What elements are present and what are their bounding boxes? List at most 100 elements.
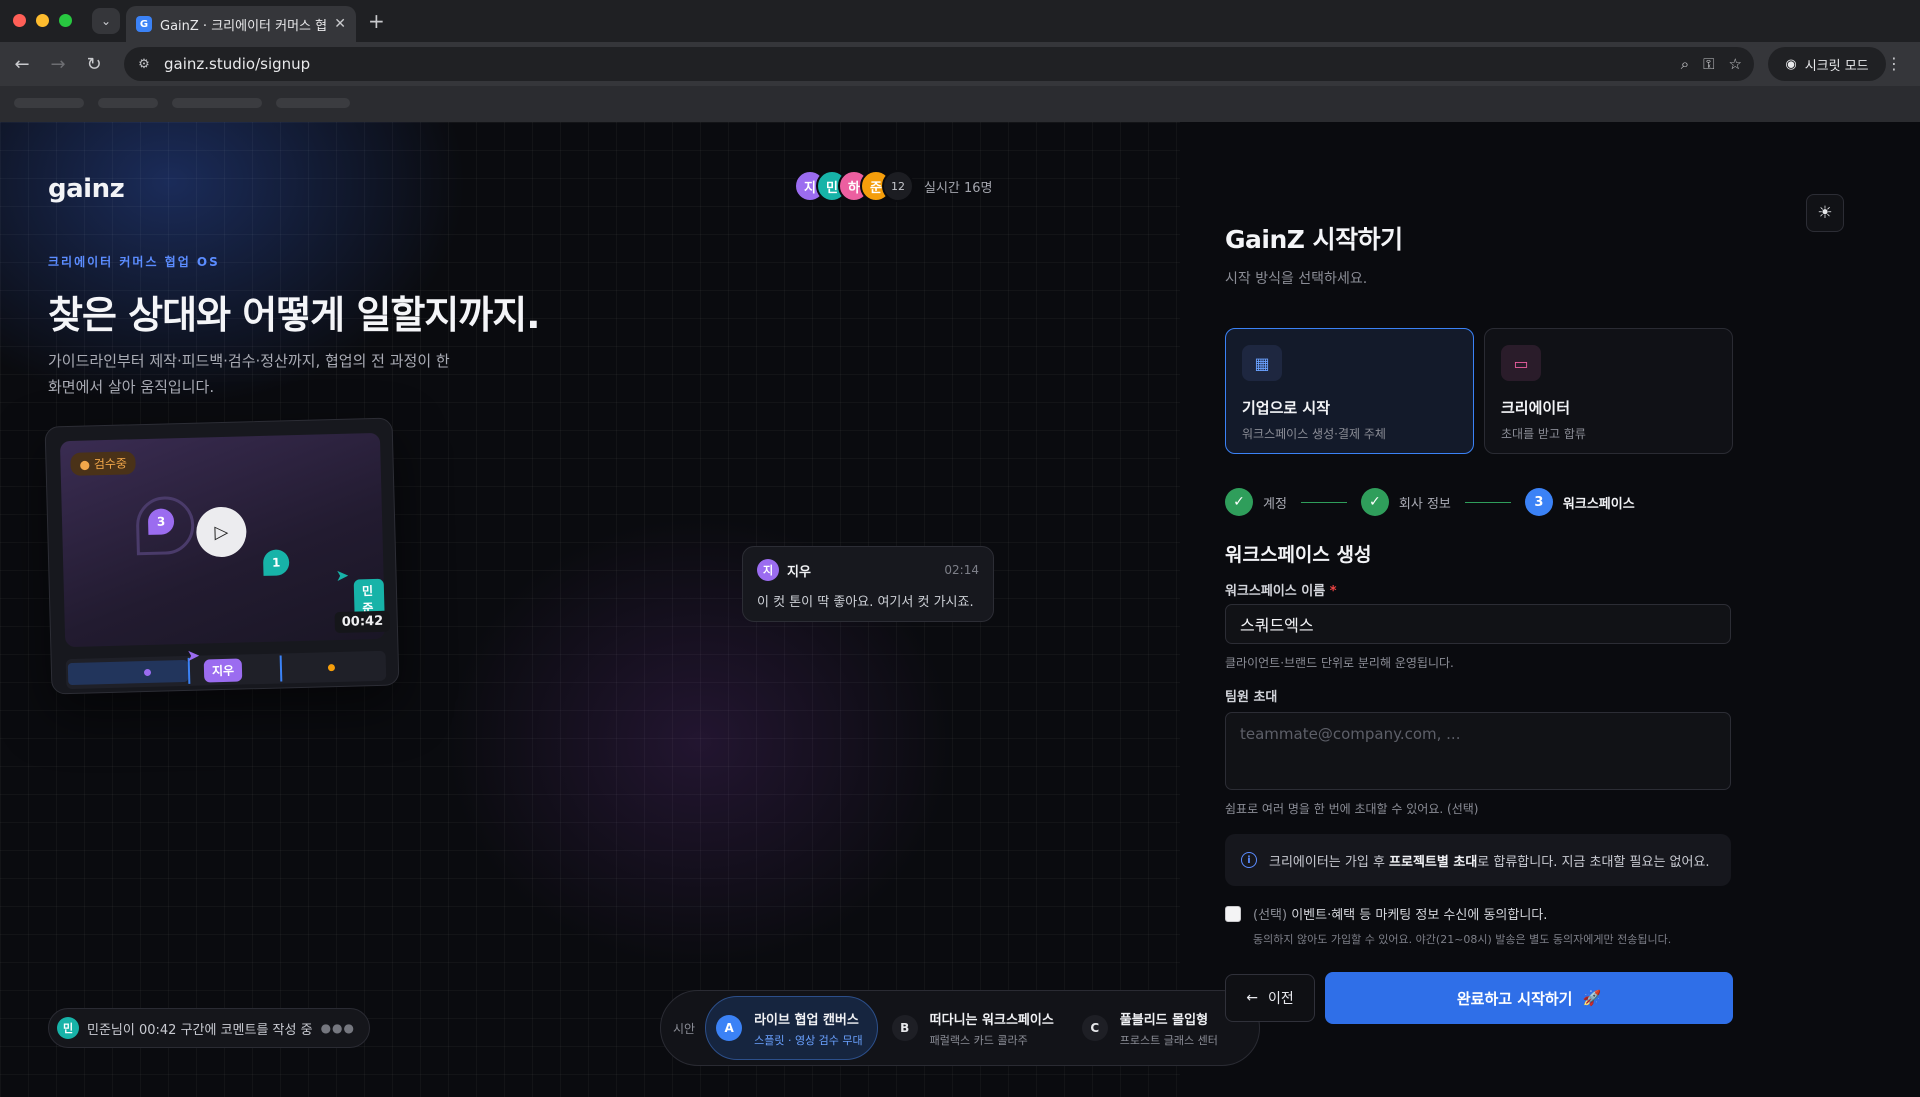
forward-arrow-icon[interactable]: → bbox=[46, 52, 70, 76]
bookmark-item[interactable] bbox=[14, 98, 84, 108]
favicon-icon: G bbox=[136, 16, 152, 32]
close-window-button[interactable] bbox=[13, 14, 26, 27]
cursor-pointer-icon: ➤ bbox=[186, 645, 201, 665]
role-title: 크리에이터 bbox=[1501, 399, 1571, 417]
address-bar[interactable]: ⚙ gainz.studio/signup ⌕ ⚿ ☆ bbox=[124, 47, 1754, 81]
role-subtitle: 워크스페이스 생성·결제 주체 bbox=[1242, 427, 1386, 441]
bookmark-star-icon[interactable]: ☆ bbox=[1729, 55, 1742, 73]
avatar: 지 bbox=[757, 559, 779, 581]
close-tab-icon[interactable]: ✕ bbox=[334, 16, 346, 32]
submit-button[interactable]: 완료하고 시작하기 🚀 bbox=[1325, 972, 1733, 1024]
cursor-pointer-icon: ➤ bbox=[335, 565, 350, 586]
hero-subtitle: 가이드라인부터 제작·피드백·검수·정산까지, 협업의 전 과정이 한 화면에서… bbox=[48, 352, 450, 396]
variant-label: 시안 bbox=[673, 1021, 696, 1036]
timeline-playhead[interactable] bbox=[279, 655, 283, 682]
incognito-indicator[interactable]: ◉ 시크릿 모드 bbox=[1768, 47, 1886, 81]
bookmark-item[interactable] bbox=[98, 98, 158, 108]
prev-button[interactable]: ← 이전 bbox=[1225, 974, 1315, 1022]
incognito-icon: ◉ bbox=[1785, 56, 1797, 72]
form-title: GainZ 시작하기 bbox=[1225, 225, 1403, 254]
section-title: 워크스페이스 생성 bbox=[1225, 544, 1372, 566]
invite-hint: 쉼표로 여러 명을 한 번에 초대할 수 있어요. (선택) bbox=[1225, 802, 1479, 816]
role-selector: ▦ 기업으로 시작 워크스페이스 생성·결제 주체 ▭ 크리에이터 초대를 받고… bbox=[1225, 328, 1733, 454]
form-subtitle: 시작 방식을 선택하세요. bbox=[1225, 271, 1368, 287]
variant-option-a[interactable]: A 라이브 협업 캔버스 스플릿 · 영상 검수 무대 bbox=[705, 996, 878, 1060]
signup-page: gainz 지 민 하 준 12 실시간 16명 크리에이터 커머스 협업 OS… bbox=[0, 122, 1920, 1097]
presence-text: 실시간 16명 bbox=[924, 180, 993, 196]
variant-title: 풀블리드 몰입형 bbox=[1119, 1012, 1209, 1028]
marketing-consent-checkbox[interactable] bbox=[1225, 906, 1241, 922]
step-label: 계정 bbox=[1263, 496, 1287, 512]
role-card-company[interactable]: ▦ 기업으로 시작 워크스페이스 생성·결제 주체 bbox=[1225, 328, 1474, 454]
rocket-icon: 🚀 bbox=[1582, 989, 1602, 1007]
video-review-card[interactable]: ● 검수중 3 ▷ 1 ➤ 민준 00:42 ➤ 지우 bbox=[44, 417, 400, 695]
url-text[interactable]: gainz.studio/signup bbox=[164, 55, 1669, 73]
video-camera-icon: ▭ bbox=[1501, 345, 1541, 381]
chevron-down-icon: ⌄ bbox=[100, 14, 112, 28]
back-arrow-icon[interactable]: ← bbox=[10, 52, 34, 76]
step-connector bbox=[1464, 501, 1511, 503]
gainz-logo[interactable]: gainz bbox=[48, 174, 125, 204]
variant-letter: A bbox=[716, 1015, 743, 1041]
tab-search-button[interactable]: ⌄ bbox=[92, 8, 120, 34]
step-label: 회사 정보 bbox=[1398, 496, 1451, 512]
consent-hint: 동의하지 않아도 가입할 수 있어요. 야간(21~08시) 발송은 별도 동의… bbox=[1253, 933, 1672, 946]
status-badge: ● 검수중 bbox=[70, 451, 137, 476]
checkmark-icon: ✓ bbox=[1225, 488, 1253, 516]
site-settings-icon[interactable]: ⚙ bbox=[136, 56, 152, 72]
role-title: 기업으로 시작 bbox=[1242, 399, 1331, 417]
step-number: 3 bbox=[1524, 488, 1553, 516]
theme-toggle-sun-icon[interactable]: ☀ bbox=[1806, 194, 1844, 232]
workspace-name-input[interactable]: 스쿼드엑스 bbox=[1225, 604, 1731, 644]
required-marker: * bbox=[1329, 584, 1337, 599]
reload-icon[interactable]: ↻ bbox=[82, 52, 106, 76]
comment-time: 02:14 bbox=[944, 563, 979, 577]
browser-toolbar: ← → ↻ ⚙ gainz.studio/signup ⌕ ⚿ ☆ ◉ 시크릿 … bbox=[0, 42, 1920, 86]
video-preview[interactable]: ● 검수중 3 ▷ 1 ➤ 민준 00:42 bbox=[59, 432, 391, 648]
new-tab-button[interactable]: + bbox=[368, 9, 385, 33]
building-icon: ▦ bbox=[1242, 345, 1282, 381]
incognito-label: 시크릿 모드 bbox=[1804, 58, 1869, 74]
cursor-name-tag: 지우 bbox=[203, 658, 243, 683]
info-text: 크리에이터는 가입 후 프로젝트별 초대로 합류합니다. 지금 초대할 필요는 … bbox=[1269, 854, 1710, 870]
bookmark-item[interactable] bbox=[172, 98, 262, 108]
step-connector bbox=[1300, 501, 1347, 503]
submit-button-label: 완료하고 시작하기 bbox=[1456, 989, 1573, 1008]
key-icon[interactable]: ⚿ bbox=[1703, 55, 1714, 73]
prev-button-label: 이전 bbox=[1267, 991, 1294, 1007]
variant-title: 라이브 협업 캔버스 bbox=[754, 1012, 859, 1028]
role-card-creator[interactable]: ▭ 크리에이터 초대를 받고 합류 bbox=[1484, 328, 1733, 454]
hero-eyebrow: 크리에이터 커머스 협업 OS bbox=[48, 255, 220, 269]
info-banner: i 크리에이터는 가입 후 프로젝트별 초대로 합류합니다. 지금 초대할 필요… bbox=[1225, 834, 1731, 886]
minimize-window-button[interactable] bbox=[36, 14, 49, 27]
invite-textarea[interactable]: teammate@company.com, ... bbox=[1225, 712, 1731, 790]
comment-card[interactable]: 지 지우 02:14 이 컷 톤이 딱 좋아요. 여기서 컷 가시죠. bbox=[742, 546, 994, 622]
timecode: 00:42 bbox=[334, 610, 391, 634]
timeline-segment[interactable] bbox=[67, 659, 189, 686]
consent-label[interactable]: (선택) 이벤트·혜택 등 마케팅 정보 수신에 동의합니다. bbox=[1253, 904, 1671, 923]
typing-text: 민준님이 00:42 구간에 코멘트를 작성 중 bbox=[87, 1022, 313, 1038]
step-label: 워크스페이스 bbox=[1562, 496, 1635, 512]
browser-tab[interactable]: G GainZ · 크리에이터 커머스 협업 OS ✕ bbox=[126, 6, 356, 42]
bookmark-item[interactable] bbox=[276, 98, 350, 108]
info-icon: i bbox=[1241, 852, 1257, 868]
checkmark-icon: ✓ bbox=[1360, 488, 1389, 516]
comment-text: 이 컷 톤이 딱 좋아요. 여기서 컷 가시죠. bbox=[757, 595, 974, 610]
presence-count: 12 bbox=[882, 170, 914, 202]
variant-option-b[interactable]: B 떠다니는 워크스페이스 패럴랙스 카드 콜라주 bbox=[882, 996, 1068, 1060]
marketing-consent: (선택) 이벤트·혜택 등 마케팅 정보 수신에 동의합니다. 동의하지 않아도… bbox=[1225, 904, 1671, 947]
variant-option-c[interactable]: C 풀블리드 몰입형프로스트 글래스 센터 bbox=[1072, 996, 1232, 1060]
variant-subtitle: 프로스트 글래스 센터 bbox=[1119, 1033, 1218, 1047]
workspace-name-hint: 클라이언트·브랜드 단위로 분리해 운영됩니다. bbox=[1225, 656, 1454, 670]
maximize-window-button[interactable] bbox=[59, 14, 72, 27]
hero-title: 찾은 상대와 어떻게 일할지까지. bbox=[48, 293, 541, 337]
zoom-icon[interactable]: ⌕ bbox=[1681, 55, 1689, 73]
live-presence: 지 민 하 준 12 실시간 16명 bbox=[794, 170, 993, 202]
more-menu-icon[interactable]: ⋮ bbox=[1886, 54, 1902, 73]
play-icon[interactable]: ▷ bbox=[195, 506, 248, 558]
comment-pin[interactable]: 1 bbox=[262, 549, 290, 576]
signup-form: GainZ 시작하기 시작 방식을 선택하세요. ▦ 기업으로 시작 워크스페이… bbox=[1225, 220, 1733, 1024]
typing-dots-icon: ●●● bbox=[320, 1021, 355, 1035]
variant-letter: C bbox=[1081, 1015, 1108, 1041]
timeline-marker-dot[interactable] bbox=[327, 664, 336, 672]
